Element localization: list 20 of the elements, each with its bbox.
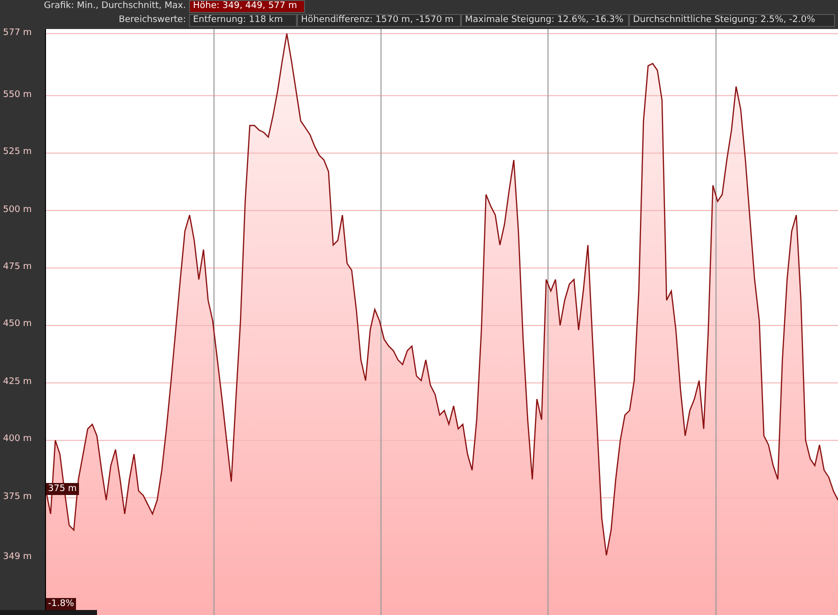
cursor-elevation-label: 375 m — [46, 483, 79, 495]
axis-label: 400 m — [3, 434, 32, 444]
graph-label: Grafik: Min., Durchschnitt, Max. — [42, 0, 187, 13]
axis-label: 375 m — [3, 492, 32, 502]
axis-label: 500 m — [3, 204, 32, 215]
scrollbar[interactable] — [0, 610, 97, 615]
range-value: Durchschnittliche Steigung: 2.5%, -2.0% — [629, 14, 835, 27]
axis-label: 425 m — [3, 376, 32, 387]
range-value: Höhendifferenz: 1570 m, -1570 m — [297, 14, 461, 27]
axis-label: 550 m — [3, 90, 32, 100]
axis-label: 525 m — [3, 147, 32, 158]
range-label: Bereichswerte: — [118, 14, 187, 27]
slope-label: -1.8% — [46, 598, 76, 610]
range-value: Entfernung: 118 km — [189, 14, 297, 27]
axis-label: 349 m — [3, 552, 32, 562]
elevation-stats: Höhe: 349, 449, 577 m — [189, 0, 305, 13]
axis-label: 475 m — [3, 262, 32, 272]
axis-label: 450 m — [3, 319, 32, 330]
axis-label: 577 m — [3, 28, 32, 38]
range-value: Maximale Steigung: 12.6%, -16.3% — [461, 14, 629, 27]
